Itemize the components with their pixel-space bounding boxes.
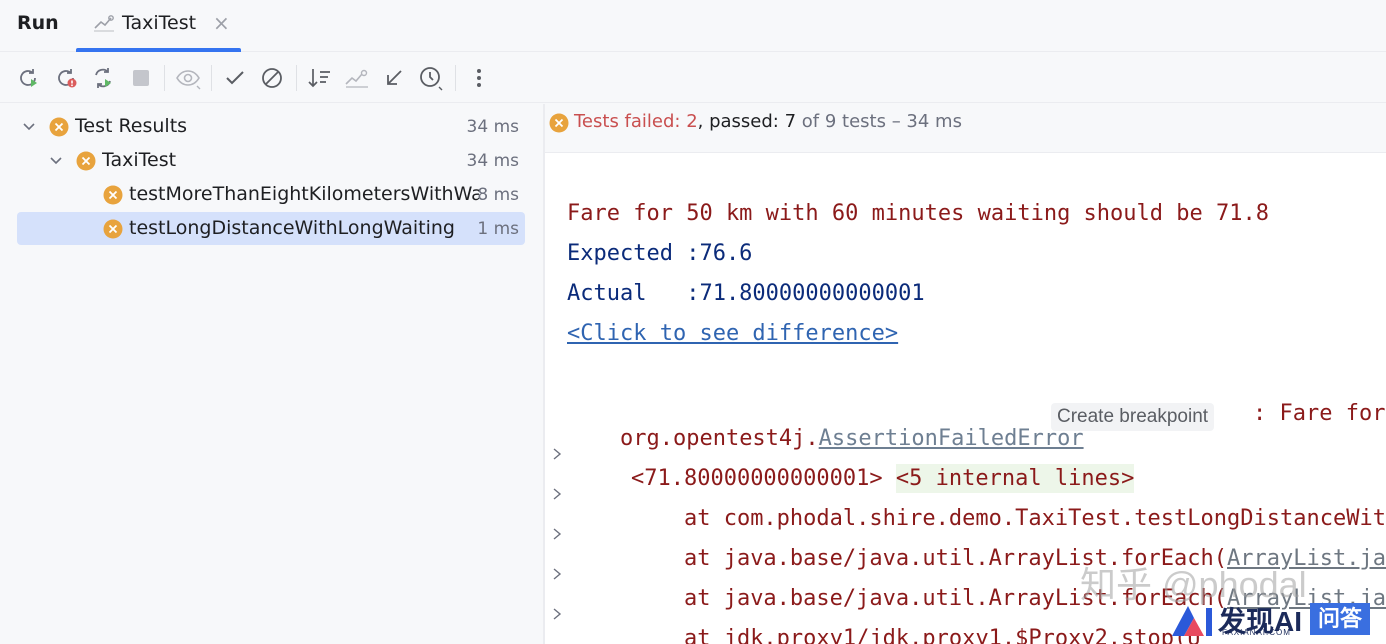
tree-item-taxitest[interactable]: TaxiTest 34 ms — [17, 144, 525, 177]
chevron-right-icon[interactable] — [551, 447, 563, 461]
test-tree-panel: Test Results 34 ms TaxiTest 34 ms testMo… — [0, 104, 543, 644]
stack-frame-text: at jdk.proxy1/jdk.proxy1.$Proxy2.stop(U — [630, 626, 1201, 644]
tool-window-header: Run TaxiTest × — [0, 0, 1386, 52]
assertion-message: Fare for 50 km with 60 minutes waiting s… — [567, 201, 1269, 226]
show-ignored-icon[interactable] — [175, 65, 201, 91]
failed-count: Tests failed: 2 — [574, 111, 698, 132]
toolbar-separator — [211, 65, 212, 91]
close-icon[interactable]: × — [213, 11, 230, 35]
total-summary: of 9 tests – 34 ms — [796, 111, 962, 132]
see-difference-link[interactable]: <Click to see difference> — [567, 321, 898, 346]
toolbar-separator — [164, 65, 165, 91]
run-tool-window-title: Run — [17, 12, 59, 34]
tree-item-duration: 1 ms — [477, 219, 519, 239]
toggle-auto-test-icon[interactable] — [90, 65, 116, 91]
tree-item-test-results[interactable]: Test Results 34 ms — [17, 110, 525, 143]
tab-taxitest[interactable]: TaxiTest × — [76, 0, 241, 52]
stop-icon[interactable] — [128, 65, 154, 91]
sort-icon[interactable] — [307, 65, 333, 91]
show-ignored-filter-icon[interactable] — [259, 65, 285, 91]
toolbar-separator — [455, 65, 456, 91]
create-breakpoint-tooltip[interactable]: Create breakpoint — [1051, 403, 1215, 431]
export-icon[interactable] — [381, 65, 407, 91]
more-icon[interactable] — [466, 65, 492, 91]
tree-item-label: Test Results — [75, 115, 188, 137]
rerun-failed-icon[interactable] — [53, 65, 79, 91]
tree-item-test-long-distance[interactable]: testLongDistanceWithLongWaiting 1 ms — [17, 212, 525, 245]
chevron-down-icon[interactable] — [22, 119, 36, 133]
chevron-right-icon[interactable] — [551, 487, 563, 501]
tree-item-duration: 34 ms — [466, 117, 519, 137]
tree-item-label: TaxiTest — [102, 149, 177, 171]
test-failed-icon — [76, 151, 96, 171]
actual-value: Actual :71.80000000000001 — [567, 281, 925, 306]
chevron-down-icon[interactable] — [49, 153, 63, 167]
show-passed-icon[interactable] — [222, 65, 248, 91]
test-failed-icon — [549, 113, 569, 133]
tree-item-label: testLongDistanceWithLongWaiting — [129, 217, 455, 239]
test-failed-icon — [103, 185, 123, 205]
brand-badge: 问答 — [1310, 603, 1370, 635]
tab-label: TaxiTest — [122, 12, 197, 34]
import-icon[interactable] — [344, 65, 370, 91]
toolbar-separator — [296, 65, 297, 91]
chevron-right-icon[interactable] — [551, 607, 563, 621]
chevron-right-icon[interactable] — [551, 527, 563, 541]
test-summary: Tests failed: 2, passed: 7 of 9 tests – … — [574, 111, 962, 132]
test-toolbar — [0, 53, 1386, 103]
tree-item-test-more-than-eight-km[interactable]: testMoreThanEightKilometersWithWaiti 8 m… — [17, 178, 525, 211]
rerun-icon[interactable] — [15, 65, 41, 91]
tree-item-duration: 34 ms — [466, 151, 519, 171]
test-status-bar: Tests failed: 2, passed: 7 of 9 tests – … — [545, 104, 1386, 153]
tree-item-duration: 8 ms — [477, 185, 519, 205]
active-tab-indicator — [76, 48, 241, 52]
test-run-icon — [94, 15, 114, 32]
chevron-right-icon[interactable] — [551, 567, 563, 581]
test-failed-icon — [103, 219, 123, 239]
history-icon[interactable] — [418, 65, 444, 91]
brand-logo-icon — [1172, 606, 1212, 636]
expected-value: Expected :76.6 — [567, 241, 753, 266]
brand-domain: FAXIANAI.COM — [1222, 628, 1291, 637]
test-failed-icon — [49, 117, 69, 137]
passed-count: , passed: 7 — [697, 111, 797, 132]
tree-item-label: testMoreThanEightKilometersWithWaiti — [129, 183, 479, 205]
error-suffix: : Fare for — [1253, 401, 1386, 426]
